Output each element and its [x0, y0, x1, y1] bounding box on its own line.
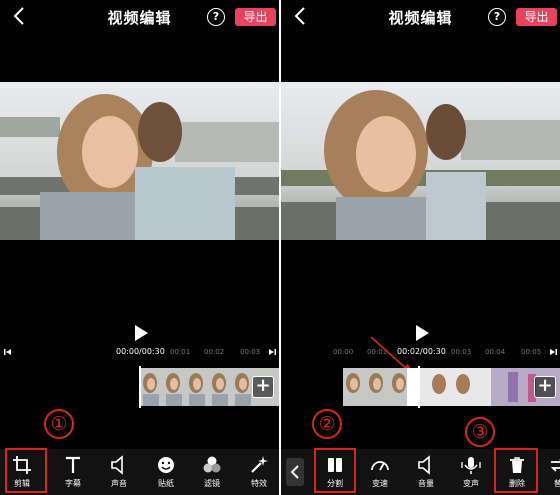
tick-label: 00:04: [485, 348, 506, 356]
skip-start-icon[interactable]: [4, 348, 12, 356]
clip-strip[interactable]: [343, 368, 560, 406]
timeline-ruler: 00:00/00:30 00:01 00:02 00:03: [0, 346, 279, 360]
tool-subtitle[interactable]: 字幕: [53, 449, 93, 495]
tool-replace[interactable]: 替: [543, 449, 560, 495]
magic-icon: [251, 456, 268, 473]
skip-end-icon[interactable]: [268, 348, 276, 356]
help-button[interactable]: ?: [207, 8, 225, 26]
timeline-ruler: 00:00 00:01 00:02/00:30 00:03 00:04 00:0…: [281, 346, 560, 360]
highlight-box-split: [314, 448, 356, 493]
chevron-left-icon: [290, 465, 299, 479]
current-time: 00:00/00:30: [116, 347, 165, 356]
clip-thumbnails: [343, 368, 560, 406]
speaker-icon: [418, 455, 430, 475]
tool-label: 滤镜: [204, 479, 220, 488]
collapse-toolbar-button[interactable]: [286, 458, 304, 486]
tick-label: 00:03: [451, 348, 472, 356]
highlight-box-delete: [494, 448, 538, 493]
video-preview: [281, 82, 560, 240]
tool-label: 变声: [463, 479, 479, 488]
tool-effect[interactable]: 特效: [239, 449, 279, 495]
replace-icon: [550, 459, 560, 472]
step-number-2: ②: [312, 409, 342, 439]
header: 视频编辑 ? 导出: [281, 0, 560, 34]
voice-icon: [461, 457, 481, 474]
tool-label: 音量: [418, 479, 434, 488]
tool-sticker[interactable]: 贴纸: [146, 449, 186, 495]
playhead[interactable]: [139, 366, 141, 408]
tool-speed[interactable]: 变速: [360, 449, 400, 495]
smiley-icon: [158, 457, 174, 473]
export-button[interactable]: 导出: [516, 8, 557, 26]
filter-icon: [203, 456, 221, 473]
tool-filter[interactable]: 滤镜: [192, 449, 232, 495]
tick-label: 00:05: [521, 348, 542, 356]
tool-label: 变速: [372, 479, 388, 488]
export-button[interactable]: 导出: [235, 8, 276, 26]
add-clip-button[interactable]: +: [252, 376, 274, 398]
text-icon: [66, 456, 80, 473]
tool-label: 字幕: [65, 479, 81, 488]
step-number-3: ③: [465, 417, 495, 447]
tick-label: 00:02: [204, 348, 225, 356]
tool-label: 特效: [251, 479, 267, 488]
add-clip-button[interactable]: +: [534, 376, 556, 398]
video-preview: [0, 82, 279, 240]
tick-label: 00:00: [333, 348, 354, 356]
tool-sound[interactable]: 声音: [99, 449, 139, 495]
tool-label: 贴纸: [158, 479, 174, 488]
tool-voice-change[interactable]: 变声: [451, 449, 491, 495]
header: 视频编辑 ? 导出: [0, 0, 279, 34]
tool-volume[interactable]: 音量: [406, 449, 446, 495]
play-icon[interactable]: [132, 324, 150, 342]
tick-label: 00:03: [240, 348, 261, 356]
tool-label: 声音: [111, 479, 127, 488]
step-number-1: ①: [44, 409, 74, 439]
tool-label: 替: [554, 479, 560, 488]
playhead[interactable]: [418, 366, 420, 408]
tick-label: 00:01: [170, 348, 191, 356]
editor-panel-left: 视频编辑 ? 导出 00:00/00:30 00:01 00:02 00:03: [0, 0, 279, 495]
speed-icon: [371, 461, 389, 471]
skip-end-icon[interactable]: [549, 348, 557, 356]
speaker-icon: [111, 455, 123, 475]
help-button[interactable]: ?: [488, 8, 506, 26]
highlight-box-cut: [5, 448, 47, 493]
